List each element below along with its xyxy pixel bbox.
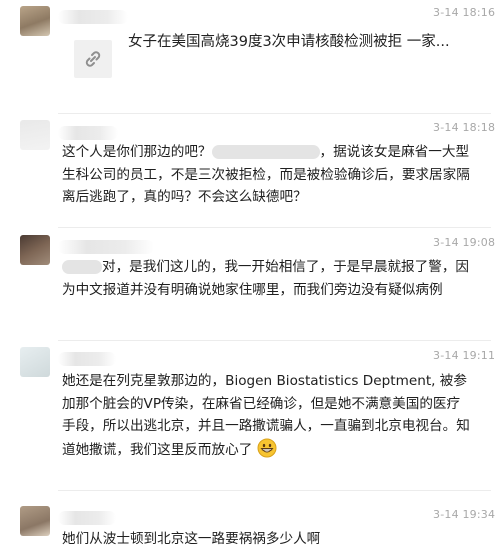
divider [58, 227, 491, 228]
link-title: 女子在美国高烧39度3次申请核酸检测被拒 一家... [128, 34, 450, 50]
mention-redacted [62, 260, 102, 274]
avatar[interactable] [20, 506, 50, 536]
timestamp: 3-14 18:16 [433, 6, 496, 19]
username-redacted [58, 352, 116, 366]
timestamp: 3-14 19:34 [433, 508, 496, 521]
avatar[interactable] [20, 235, 50, 265]
timestamp: 3-14 19:11 [433, 349, 496, 362]
avatar[interactable] [20, 347, 50, 377]
comment-text: 她们从波士顿到北京这一路要祸祸多少人啊 [62, 531, 321, 547]
avatar[interactable] [20, 120, 50, 150]
username-redacted [58, 10, 128, 24]
divider [58, 490, 491, 491]
divider [58, 113, 491, 114]
username-redacted [58, 511, 116, 525]
comment-text-part: 这个人是你们那边的吧？ [62, 144, 212, 160]
comment-text-part: 对，是我们这儿的，我一开始相信了，于是早晨就报了警，因为中文报道并没有明确说她家… [62, 259, 470, 298]
grinning-face-emoji [257, 438, 277, 457]
timestamp: 3-14 19:08 [433, 236, 496, 249]
username-redacted [58, 240, 154, 254]
link-thumbnail [74, 40, 112, 78]
timestamp: 3-14 18:18 [433, 121, 496, 134]
shared-link-card[interactable]: 女子在美国高烧39度3次申请核酸检测被拒 一家... [62, 28, 482, 78]
comment-text: 她还是在列克星敦那边的，Biogen Biostatistics Deptmen… [62, 370, 472, 461]
mention-redacted [211, 145, 320, 159]
avatar[interactable] [20, 6, 50, 36]
comment-text: 这个人是你们那边的吧？ ，据说该女是麻省一大型生科公司的员工，不是三次被拒检，而是… [62, 141, 472, 209]
username-redacted [58, 126, 118, 140]
comment-text: 对，是我们这儿的，我一开始相信了，于是早晨就报了警，因为中文报道并没有明确说她家… [62, 256, 472, 301]
link-icon [85, 51, 101, 67]
divider [58, 340, 491, 341]
